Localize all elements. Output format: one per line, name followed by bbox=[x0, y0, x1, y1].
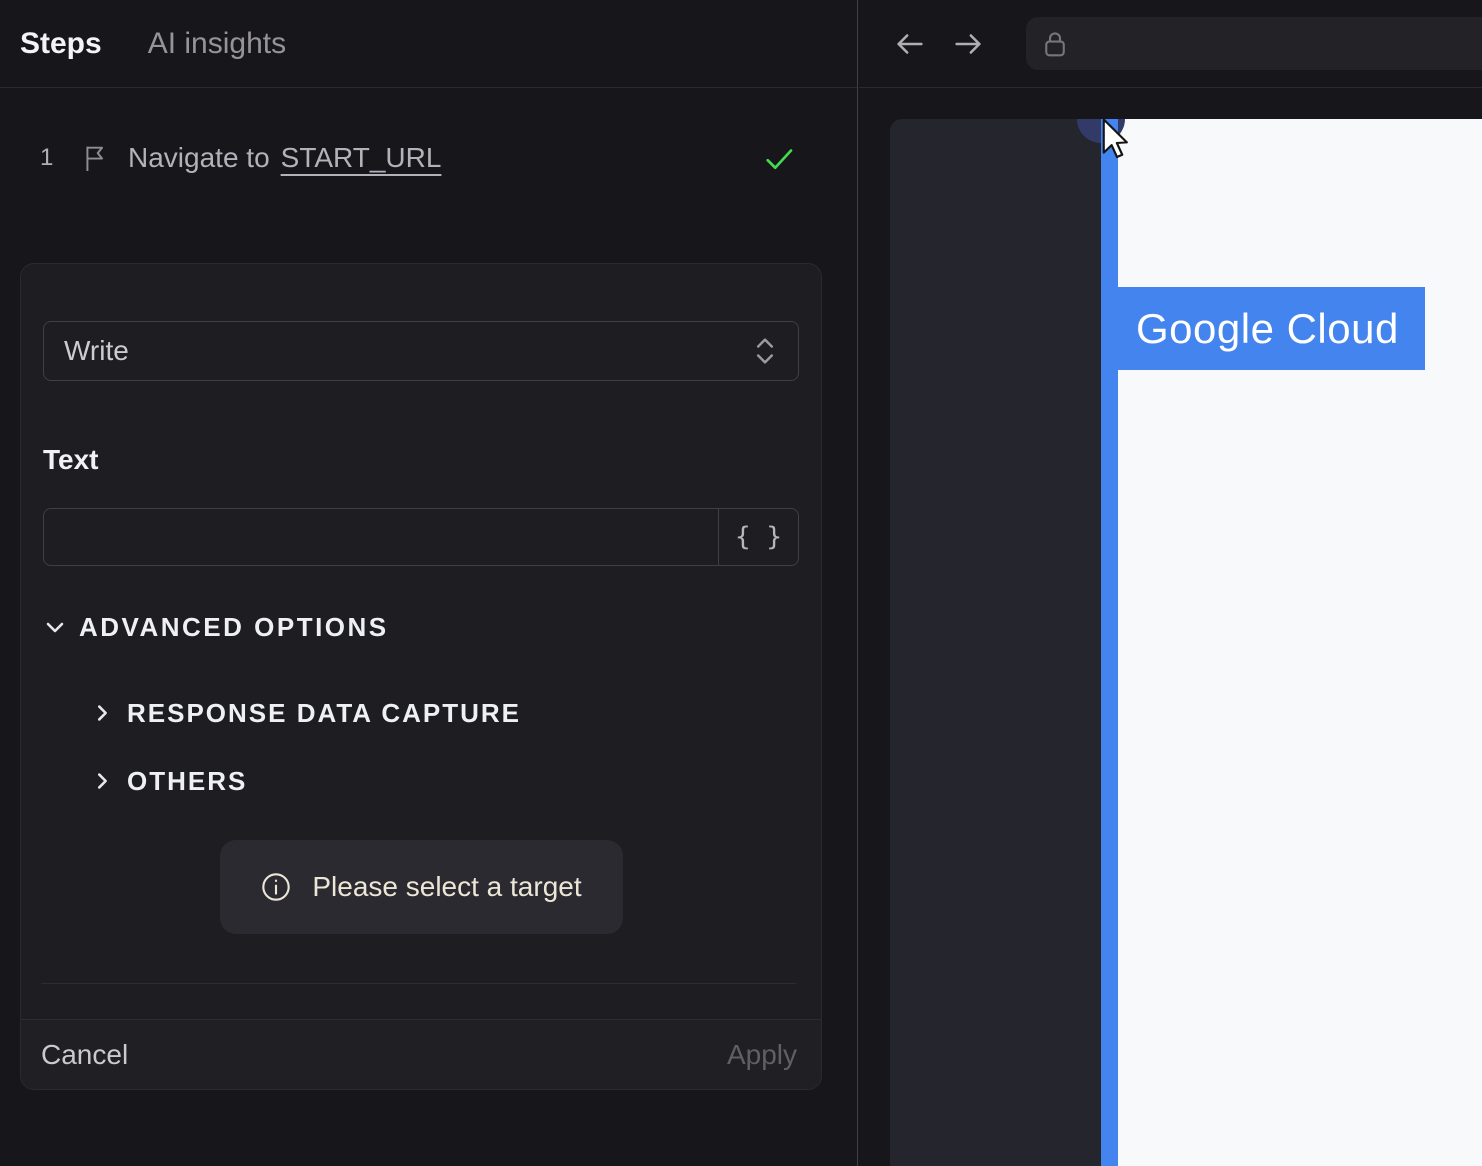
insert-variable-button[interactable]: { } bbox=[718, 509, 798, 565]
panel-tabs: Steps AI insights bbox=[0, 0, 857, 88]
address-bar[interactable] bbox=[1026, 17, 1482, 70]
browser-toolbar bbox=[859, 0, 1482, 88]
highlighted-element[interactable]: Google Cloud bbox=[1118, 287, 1425, 370]
response-data-capture-label: RESPONSE DATA CAPTURE bbox=[127, 697, 521, 728]
element-selection-rail bbox=[1101, 119, 1118, 1166]
advanced-options-toggle[interactable]: ADVANCED OPTIONS bbox=[43, 612, 799, 642]
chevron-down-icon bbox=[43, 615, 67, 639]
steps-panel: Steps AI insights 1 Navigate to START_UR… bbox=[0, 0, 858, 1166]
page-content[interactable] bbox=[1118, 119, 1482, 1166]
select-target-hint-text: Please select a target bbox=[312, 871, 582, 902]
text-input-group: { } bbox=[43, 508, 799, 566]
apply-button[interactable]: Apply bbox=[727, 1039, 797, 1071]
text-input[interactable] bbox=[44, 509, 718, 565]
text-field-label: Text bbox=[43, 444, 99, 475]
step-row[interactable]: 1 Navigate to START_URL bbox=[40, 140, 797, 176]
step-start-url-link[interactable]: START_URL bbox=[281, 142, 442, 174]
forward-button[interactable] bbox=[951, 27, 985, 61]
others-toggle[interactable]: OTHERS bbox=[91, 766, 821, 796]
back-button[interactable] bbox=[893, 27, 927, 61]
browser-panel: Google Cloud bbox=[859, 0, 1482, 1166]
others-label: OTHERS bbox=[127, 765, 248, 796]
cancel-button[interactable]: Cancel bbox=[41, 1039, 128, 1071]
check-icon bbox=[761, 140, 797, 176]
chevron-up-down-icon bbox=[752, 334, 778, 368]
tab-ai-insights[interactable]: AI insights bbox=[148, 27, 286, 61]
pointer-cursor-icon bbox=[1100, 119, 1130, 162]
chevron-right-icon bbox=[91, 769, 113, 793]
card-divider bbox=[41, 983, 796, 984]
action-type-select[interactable]: Write bbox=[43, 321, 799, 381]
page-viewport: Google Cloud bbox=[890, 119, 1482, 1166]
step-number: 1 bbox=[40, 144, 54, 171]
arrow-right-icon bbox=[951, 27, 985, 61]
editor-footer: Cancel Apply bbox=[21, 1019, 821, 1089]
step-editor-card: Write Text { } ADVANCED OPTIONS RESPONSE… bbox=[20, 263, 822, 1090]
step-title-prefix: Navigate to bbox=[128, 142, 270, 173]
info-icon bbox=[260, 871, 292, 903]
highlighted-element-label: Google Cloud bbox=[1136, 304, 1399, 352]
chevron-right-icon bbox=[91, 701, 113, 725]
advanced-options-label: ADVANCED OPTIONS bbox=[79, 611, 389, 642]
select-target-hint: Please select a target bbox=[219, 840, 623, 934]
step-title: Navigate to START_URL bbox=[128, 142, 441, 174]
action-select-value: Write bbox=[64, 335, 129, 366]
flag-icon bbox=[82, 143, 108, 173]
response-data-capture-toggle[interactable]: RESPONSE DATA CAPTURE bbox=[91, 698, 821, 728]
lock-icon bbox=[1040, 27, 1070, 61]
arrow-left-icon bbox=[893, 27, 927, 61]
tab-steps[interactable]: Steps bbox=[20, 27, 102, 61]
